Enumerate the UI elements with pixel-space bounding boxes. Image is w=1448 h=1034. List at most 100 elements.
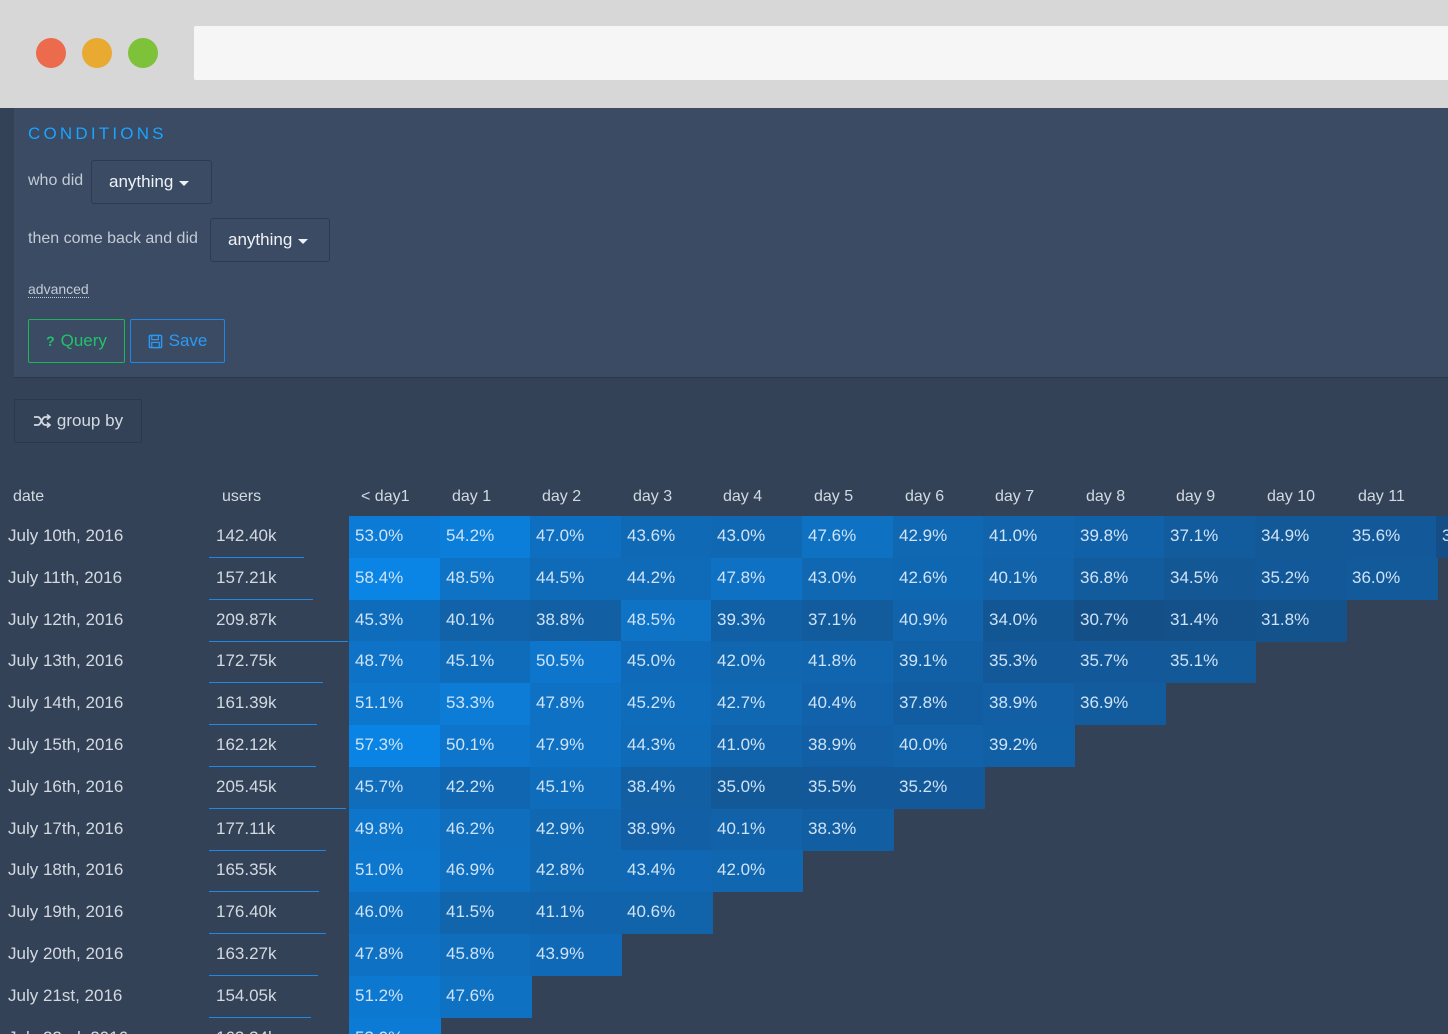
retention-cell[interactable]: 41.5% [440, 892, 532, 935]
column-header[interactable]: users [222, 488, 261, 506]
retention-cell[interactable]: 38.9% [621, 808, 713, 851]
retention-cell[interactable]: 41.1% [530, 892, 622, 935]
retention-cell[interactable]: 43.9% [530, 934, 622, 976]
retention-cell[interactable]: 35.1% [1164, 641, 1256, 684]
retention-cell[interactable]: 44.2% [621, 557, 713, 600]
column-header[interactable]: day 5 [814, 488, 853, 506]
retention-cell[interactable]: 35.5% [802, 766, 894, 809]
who-did-dropdown[interactable]: anything [91, 160, 212, 204]
retention-cell[interactable]: 38.3% [802, 808, 894, 851]
retention-cell[interactable]: 48.5% [440, 557, 532, 600]
retention-cell[interactable]: 42.2% [440, 766, 532, 809]
retention-cell[interactable]: 40.1% [440, 599, 532, 642]
retention-cell[interactable]: 47.9% [530, 725, 622, 767]
advanced-link[interactable]: advanced [28, 281, 89, 298]
retention-cell[interactable]: 36.8% [1074, 557, 1166, 600]
retention-cell[interactable]: 40.1% [711, 808, 803, 851]
retention-cell[interactable]: 31.4% [1164, 599, 1256, 642]
retention-cell[interactable]: 34.5% [1164, 557, 1256, 600]
retention-cell[interactable]: 43.0% [802, 557, 894, 600]
retention-cell[interactable]: 45.0% [621, 641, 713, 684]
retention-cell[interactable]: 40.4% [802, 683, 894, 726]
column-header[interactable]: day 6 [905, 488, 944, 506]
address-bar[interactable] [194, 26, 1448, 80]
retention-cell[interactable]: 36.9% [1074, 683, 1166, 726]
column-header[interactable]: day 4 [723, 488, 762, 506]
column-header[interactable]: date [13, 488, 44, 506]
retention-cell[interactable]: 40.1% [983, 557, 1075, 600]
retention-cell[interactable]: 38.8% [530, 599, 622, 642]
retention-cell[interactable]: 35.2% [1255, 557, 1347, 600]
retention-cell[interactable]: 58.4% [349, 557, 441, 600]
retention-cell[interactable]: 40.6% [621, 892, 713, 935]
retention-cell[interactable]: 38.9% [802, 725, 894, 767]
retention-cell[interactable]: 46.0% [349, 892, 441, 935]
column-header[interactable]: day 8 [1086, 488, 1125, 506]
retention-cell[interactable]: 46.2% [440, 808, 532, 851]
retention-cell[interactable]: 42.9% [530, 808, 622, 851]
retention-cell[interactable]: 31.8% [1255, 599, 1347, 642]
retention-cell[interactable]: 47.6% [802, 516, 894, 558]
retention-cell[interactable]: 54.2% [440, 516, 532, 558]
minimize-window-dot[interactable] [82, 38, 112, 68]
retention-cell[interactable]: 49.8% [349, 808, 441, 851]
retention-cell[interactable]: 40.0% [893, 725, 985, 767]
retention-cell[interactable]: 48.7% [349, 641, 441, 684]
retention-cell[interactable]: 44.5% [530, 557, 622, 600]
retention-cell[interactable]: 35.0% [711, 766, 803, 809]
close-window-dot[interactable] [36, 38, 66, 68]
retention-cell[interactable]: 42.9% [893, 516, 985, 558]
column-header[interactable]: day 7 [995, 488, 1034, 506]
retention-cell[interactable]: 45.8% [440, 934, 532, 976]
retention-cell[interactable]: 35.6% [1346, 516, 1438, 558]
retention-cell[interactable]: 45.2% [621, 683, 713, 726]
retention-cell[interactable]: 44.3% [621, 725, 713, 767]
retention-cell[interactable]: 35.3% [983, 641, 1075, 684]
save-button[interactable]: Save [130, 319, 225, 363]
retention-cell[interactable]: 39.1% [893, 641, 985, 684]
retention-cell[interactable]: 37.1% [1164, 516, 1256, 558]
retention-cell[interactable]: 48.5% [621, 599, 713, 642]
query-button[interactable]: ? Query [28, 319, 125, 363]
column-header[interactable]: day 10 [1267, 488, 1315, 506]
retention-cell[interactable]: 38.9% [983, 683, 1075, 726]
retention-cell[interactable]: 34.9% [1255, 516, 1347, 558]
maximize-window-dot[interactable] [128, 38, 158, 68]
retention-cell[interactable]: 51.2% [349, 975, 441, 1018]
retention-cell[interactable]: 45.7% [349, 766, 441, 809]
retention-cell[interactable]: 35.7% [1074, 641, 1166, 684]
retention-cell[interactable]: 47.8% [349, 934, 441, 976]
retention-cell[interactable]: 35.2% [893, 766, 985, 809]
retention-cell[interactable]: 42.0% [711, 641, 803, 684]
retention-cell[interactable]: 40.9% [893, 599, 985, 642]
retention-cell[interactable]: 39.8% [1074, 516, 1166, 558]
retention-cell[interactable]: 39.3% [711, 599, 803, 642]
retention-cell[interactable]: 45.3% [349, 599, 441, 642]
retention-cell[interactable]: 38.4% [621, 766, 713, 809]
retention-cell[interactable]: 57.3% [349, 725, 441, 767]
column-header[interactable]: day 3 [633, 488, 672, 506]
retention-cell[interactable]: 42.6% [893, 557, 985, 600]
retention-cell[interactable]: 46.9% [440, 850, 532, 893]
column-header[interactable]: day 1 [452, 488, 491, 506]
retention-cell[interactable]: 47.8% [530, 683, 622, 726]
retention-cell[interactable]: 51.1% [349, 683, 441, 726]
column-header[interactable]: day 9 [1176, 488, 1215, 506]
retention-cell[interactable]: 43.6% [621, 516, 713, 558]
retention-cell[interactable]: 41.0% [711, 725, 803, 767]
retention-cell[interactable]: 42.8% [530, 850, 622, 893]
retention-cell[interactable]: 39.2% [983, 725, 1075, 767]
column-header[interactable]: day 11 [1358, 488, 1405, 506]
retention-cell[interactable]: 37.8% [893, 683, 985, 726]
retention-cell[interactable]: 53.0% [349, 1017, 441, 1034]
retention-cell[interactable]: 50.1% [440, 725, 532, 767]
come-back-dropdown[interactable]: anything [210, 218, 330, 262]
retention-cell[interactable]: 34.0% [983, 599, 1075, 642]
retention-cell[interactable]: 53.0% [349, 516, 441, 558]
column-header[interactable]: day 2 [542, 488, 581, 506]
retention-cell[interactable]: 43.4% [621, 850, 713, 893]
retention-cell[interactable]: 45.1% [530, 766, 622, 809]
retention-cell[interactable]: 43.0% [711, 516, 803, 558]
retention-cell[interactable]: 42.0% [711, 850, 803, 893]
retention-cell[interactable]: 42.7% [711, 683, 803, 726]
